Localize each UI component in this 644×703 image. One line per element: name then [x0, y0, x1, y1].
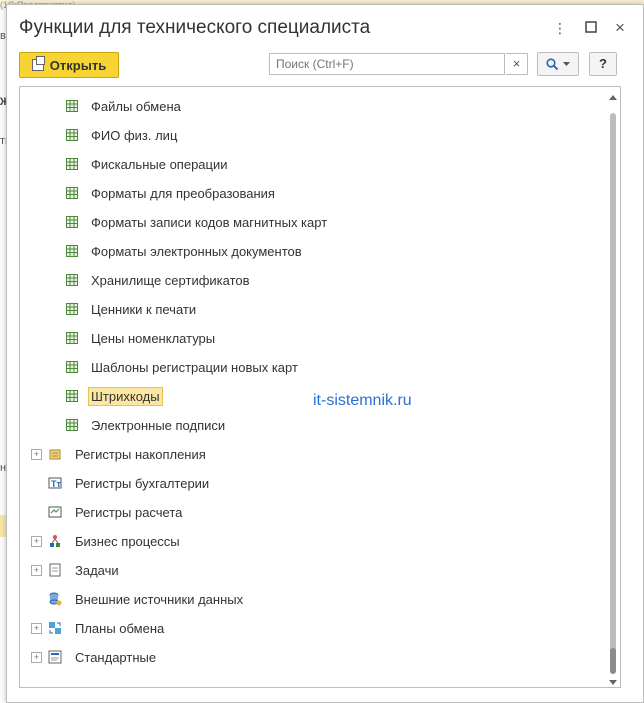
tree-item-label: Шаблоны регистрации новых карт [91, 359, 298, 375]
search-icon [546, 57, 559, 70]
help-button[interactable]: ? [589, 52, 617, 76]
dialog-title: Функции для технического специалиста [19, 17, 371, 38]
tree-group-label: Регистры расчета [75, 504, 183, 520]
background-fragment: в [0, 30, 6, 42]
tree-group[interactable]: Внешние источники данных [48, 588, 246, 610]
task-icon [48, 563, 62, 577]
open-button[interactable]: Открыть [19, 52, 119, 78]
tree-group[interactable]: Стандартные [48, 646, 159, 668]
maximize-icon[interactable] [582, 19, 600, 37]
table-icon [66, 332, 78, 344]
tree-item-label: Ценники к печати [91, 301, 197, 317]
scroll-up-arrow[interactable] [609, 95, 617, 100]
table-icon [66, 303, 78, 315]
tree-item[interactable]: Фискальные операции [66, 153, 231, 175]
table-icon [66, 361, 78, 373]
tree-item[interactable]: Файлы обмена [66, 95, 184, 117]
tree-group[interactable]: Бизнес процессы [48, 530, 183, 552]
tree-item[interactable]: Хранилище сертификатов [66, 269, 253, 291]
expand-icon[interactable]: + [31, 449, 42, 460]
metadata-tree[interactable]: Файлы обмена ФИО физ. лиц Фискальные опера… [19, 86, 621, 688]
tree-item[interactable]: Штрихкоды [66, 385, 163, 407]
standard-icon [48, 650, 62, 664]
tree-item[interactable]: Форматы электронных документов [66, 240, 305, 262]
accounting-register-icon: Tт [48, 476, 62, 490]
tree-item-label: Форматы электронных документов [91, 243, 302, 259]
tree-item-label: Форматы для преобразования [91, 185, 275, 201]
vertical-scrollbar[interactable] [609, 95, 617, 685]
tree-item[interactable]: Шаблоны регистрации новых карт [66, 356, 301, 378]
table-icon [66, 245, 78, 257]
tree-group[interactable]: Tт Регистры бухгалтерии [48, 472, 212, 494]
tree-group-label: Бизнес процессы [75, 533, 180, 549]
expand-icon[interactable]: + [31, 652, 42, 663]
tree-item[interactable]: Форматы для преобразования [66, 182, 278, 204]
more-icon[interactable]: ⋮ [551, 19, 569, 37]
table-icon [66, 390, 78, 402]
close-icon[interactable]: × [611, 19, 629, 37]
svg-text:Tт: Tт [51, 479, 61, 489]
tree-group[interactable]: Планы обмена [48, 617, 167, 639]
table-icon [66, 216, 78, 228]
tree-item[interactable]: Ценники к печати [66, 298, 199, 320]
scroll-thumb[interactable] [610, 648, 616, 674]
table-icon [66, 419, 78, 431]
tree-item[interactable]: Форматы записи кодов магнитных карт [66, 211, 330, 233]
expand-icon[interactable]: + [31, 565, 42, 576]
table-icon [66, 158, 78, 170]
tree-item-label: Форматы записи кодов магнитных карт [91, 214, 328, 230]
expand-icon[interactable]: + [31, 536, 42, 547]
table-icon [66, 129, 78, 141]
tree-group-label: Задачи [75, 562, 119, 578]
tree-item[interactable]: ФИО физ. лиц [66, 124, 180, 146]
tree-group[interactable]: Задачи [48, 559, 122, 581]
tree-group-label: Регистры бухгалтерии [75, 475, 210, 491]
tree-item-label: Цены номенклатуры [91, 330, 216, 346]
tree-item-label: Электронные подписи [91, 417, 226, 433]
chevron-down-icon [563, 61, 570, 66]
table-icon [66, 100, 78, 112]
tree-group-label: Стандартные [75, 649, 157, 665]
tree-group-label: Планы обмена [75, 620, 165, 636]
tree-group-label: Внешние источники данных [75, 591, 244, 607]
table-icon [66, 274, 78, 286]
search-input[interactable] [269, 53, 505, 75]
tree-group[interactable]: Регистры расчета [48, 501, 185, 523]
scroll-down-arrow[interactable] [609, 680, 617, 685]
tree-item-label: Файлы обмена [91, 98, 181, 114]
tree-item-label: ФИО физ. лиц [91, 127, 178, 143]
open-button-label: Открыть [49, 57, 107, 73]
external-data-icon [48, 592, 62, 606]
dialog-window: Функции для технического специалиста ⋮ ×… [6, 4, 644, 703]
tree-item-label: Штрихкоды [88, 386, 163, 406]
tree-item[interactable]: Цены номенклатуры [66, 327, 218, 349]
calculation-register-icon [48, 505, 62, 519]
table-icon [66, 187, 78, 199]
tree-item-label: Фискальные операции [91, 156, 228, 172]
tree-item-label: Хранилище сертификатов [91, 272, 250, 288]
tree-group[interactable]: Регистры накопления [48, 443, 209, 465]
business-process-icon [48, 534, 62, 548]
watermark: it-sistemnik.ru [313, 392, 412, 409]
exchange-plan-icon [48, 621, 62, 635]
accumulation-register-icon [48, 447, 62, 461]
expand-icon[interactable]: + [31, 623, 42, 634]
scroll-track[interactable] [610, 113, 616, 653]
open-icon [31, 56, 45, 71]
search-button[interactable] [537, 52, 579, 76]
tree-group-label: Регистры накопления [75, 446, 206, 462]
tree-item[interactable]: Электронные подписи [66, 414, 228, 436]
clear-search-button[interactable]: × [506, 53, 528, 75]
